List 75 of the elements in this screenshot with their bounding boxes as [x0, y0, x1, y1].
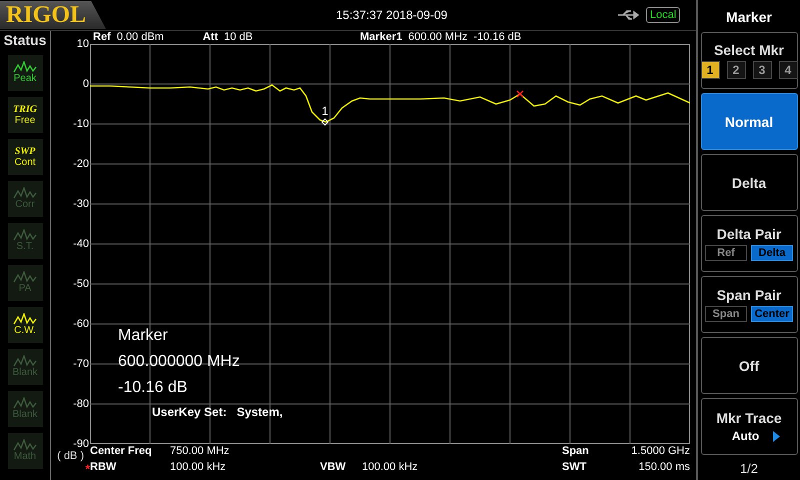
softkey-label: Mkr Trace: [716, 410, 782, 426]
marker-amplitude: -10.16 dB: [474, 31, 522, 44]
datetime: 15:37:37 2018-09-09: [336, 8, 448, 22]
usb-icon: [618, 9, 640, 21]
status-indicator: S.T.: [8, 223, 42, 259]
status-indicator: Corr: [8, 181, 42, 217]
marker-option[interactable]: 4: [778, 61, 798, 79]
axis-tick-label: -10: [73, 118, 89, 130]
ref-label: Ref: [93, 31, 111, 44]
softkey-value: Auto: [732, 429, 760, 443]
ref-value: 0.00 dBm: [116, 31, 165, 44]
axis-tick-label: 10: [76, 38, 89, 50]
marker-readout: -10.16 dB: [118, 378, 188, 398]
userkey-text: UserKey Set: System,: [152, 405, 283, 419]
softkey[interactable]: Delta: [700, 154, 798, 211]
axis-tick-label: -30: [73, 198, 89, 210]
setting-value: 100.00 kHz: [362, 460, 419, 474]
softkey-background[interactable]: Span Pair Span Center: [700, 276, 798, 333]
axis-tick-label: -70: [73, 358, 89, 370]
att-value: 10 dB: [224, 31, 254, 44]
marker-frequency: 600.00 MHz: [408, 31, 468, 44]
softkey-label: Select Mkr: [714, 42, 784, 58]
setting-value: 100.00 kHz: [170, 460, 227, 474]
axis-tick-label: -50: [73, 278, 89, 290]
softkey[interactable]: Normal: [700, 93, 798, 150]
triangle-icon: [773, 430, 780, 442]
axis-tick-label: -80: [73, 398, 89, 410]
status-indicator: SWP Cont: [8, 139, 42, 175]
softkey-background[interactable]: Mkr Trace Auto: [700, 398, 798, 455]
softkey-background[interactable]: Select Mkr 1 2 3 4: [700, 32, 798, 89]
marker-option[interactable]: 3: [752, 61, 772, 79]
status-title: Status: [4, 32, 46, 48]
status-indicator: Math: [8, 433, 42, 469]
setting-label: Span: [562, 444, 590, 459]
status-indicator: PA: [8, 265, 42, 301]
toggle-option[interactable]: Ref: [705, 245, 747, 261]
remote-status-badge: Local: [646, 7, 680, 23]
page-indicator: 1/2: [740, 461, 758, 476]
setting-label: VBW: [320, 460, 347, 474]
softkey-background[interactable]: Delta Pair Ref Delta: [700, 215, 798, 272]
unit-label: ( dB ): [57, 450, 84, 463]
flag-mark: *: [85, 463, 90, 475]
setting-label: Center Freq: [90, 444, 153, 459]
marker-icon: [321, 118, 329, 126]
softkey-label: Delta Pair: [716, 226, 782, 242]
setting-label: RBW: [90, 460, 118, 474]
setting-value: 1.5000 GHz: [630, 444, 690, 459]
marker-option[interactable]: 2: [726, 61, 746, 79]
axis-tick-label: -40: [73, 238, 89, 250]
status-indicator: C.W.: [8, 307, 42, 343]
axis-tick-label: 0: [82, 78, 89, 90]
toggle-option[interactable]: Span: [705, 306, 747, 322]
status-indicator: Blank: [8, 391, 42, 427]
peak-marker-icon: [516, 90, 524, 98]
setting-value: 150.00 ms: [638, 460, 690, 474]
marker-option[interactable]: 1: [700, 61, 720, 79]
status-indicator: Blank: [8, 349, 42, 385]
axis-tick-label: -90: [73, 438, 89, 450]
marker-readout: Marker: [118, 326, 169, 346]
marker-label: Marker1: [360, 31, 402, 44]
setting-label: SWT: [562, 460, 588, 474]
toggle-option[interactable]: Delta: [751, 245, 793, 261]
marker-readout: 600.000000 MHz: [118, 352, 241, 372]
toggle-option[interactable]: Center: [751, 306, 793, 322]
setting-value: 750.00 MHz: [170, 444, 230, 459]
logo: RIGOL: [0, 1, 106, 29]
status-indicator: Peak: [8, 55, 42, 91]
softkey-label: Span Pair: [716, 287, 782, 303]
menu-title: Marker: [726, 8, 772, 27]
softkey[interactable]: Off: [700, 337, 798, 394]
marker-number: 1: [322, 104, 328, 118]
axis-tick-label: -60: [73, 318, 89, 330]
status-indicator: TRIG Free: [8, 97, 42, 133]
att-label: Att: [202, 31, 218, 44]
axis-tick-label: -20: [73, 158, 89, 170]
